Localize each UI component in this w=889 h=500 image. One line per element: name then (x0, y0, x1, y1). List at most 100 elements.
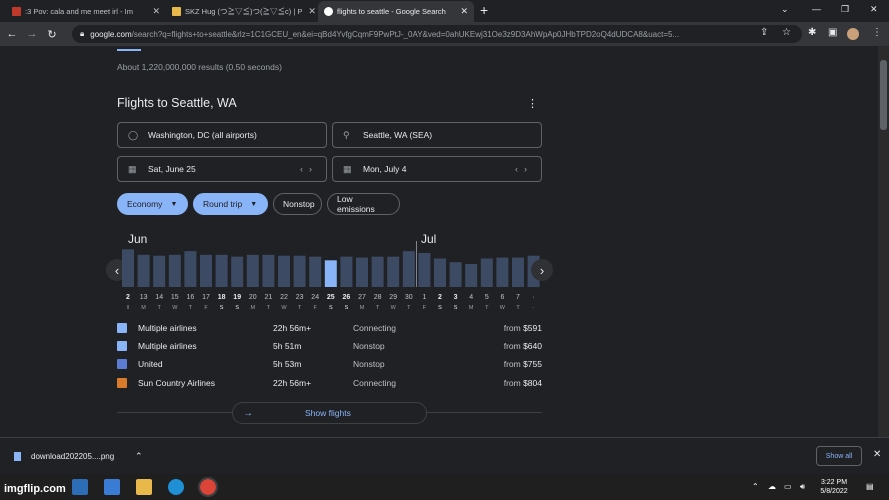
price-bar[interactable] (465, 264, 478, 287)
notification-icon[interactable]: ▤ (866, 482, 874, 491)
extensions-icon[interactable]: ✱ (808, 27, 816, 38)
location-pin-icon: ⚲ (343, 129, 350, 140)
price-bar[interactable] (137, 254, 150, 287)
flights-card-title[interactable]: Flights to Seattle, WA (117, 96, 237, 110)
bookmark-star-icon[interactable]: ☆ (782, 27, 791, 38)
price-bar[interactable] (480, 258, 493, 287)
weekday-tick-label: W (500, 305, 506, 311)
price-bar[interactable] (387, 256, 400, 287)
browser-toolbar: ← → ↻ 🔒︎ google.com/search?q=flights+to+… (0, 22, 889, 46)
weekday-tick-label: F (314, 305, 318, 311)
price-bar[interactable] (168, 254, 181, 287)
app-icon-store[interactable] (104, 479, 120, 495)
app-icon-calendar[interactable] (72, 479, 88, 495)
origin-field[interactable]: ◯ Washington, DC (all airports) (117, 122, 327, 148)
price-bar[interactable] (434, 258, 446, 287)
price-bar[interactable] (324, 260, 337, 287)
price-bar[interactable] (402, 251, 415, 287)
app-icon-chrome[interactable] (198, 477, 218, 497)
new-tab-button[interactable]: + (480, 2, 488, 18)
low-emissions-chip[interactable]: Low emissions (327, 193, 400, 215)
price-prefix: from (503, 341, 524, 351)
tab-skz-hug[interactable]: SKZ Hug (つ≧▽≦)つ(≧▽≦c) | P ✕ (166, 1, 316, 22)
price-bar[interactable] (184, 251, 197, 287)
tab-search-icon[interactable]: ⌄ (781, 4, 789, 15)
flight-option-row[interactable]: Multiple airlines 22h 56m+ Connecting from … (117, 320, 542, 336)
price-bar[interactable] (200, 254, 212, 287)
depart-date-field[interactable]: ▦ Sat, June 25 ‹› (117, 156, 327, 182)
profile-avatar[interactable] (847, 28, 859, 40)
tab-imgflip[interactable]: :3 Pov: cala and me meet irl - Im ✕ (6, 1, 166, 22)
reload-icon[interactable]: ↻ (44, 28, 60, 41)
weekday-tick-label: F (204, 305, 208, 311)
day-tick-label: 25 (327, 294, 335, 301)
close-tab-icon[interactable]: ✕ (454, 6, 468, 17)
volume-icon[interactable]: 🔊︎ (800, 482, 805, 492)
menu-icon[interactable]: ⋮ (872, 27, 882, 38)
download-item[interactable]: download202205....png (14, 452, 114, 461)
system-clock[interactable]: 3:22 PM 5/8/2022 (812, 478, 856, 496)
price-bar[interactable] (215, 254, 228, 287)
price-bar[interactable] (512, 257, 524, 287)
show-flights-button[interactable]: → Show flights (232, 402, 427, 424)
tab-google-search[interactable]: flights to seattle - Google Search ✕ (318, 1, 474, 22)
price-bar[interactable] (246, 254, 259, 287)
price-bar[interactable] (231, 256, 244, 287)
show-all-button[interactable]: Show all (816, 446, 862, 466)
tray-chevron-icon[interactable]: ⌃ (752, 482, 759, 491)
price-bar[interactable] (371, 256, 384, 287)
price-bar[interactable] (496, 257, 509, 287)
nonstop-chip[interactable]: Nonstop (273, 193, 322, 215)
price-bar[interactable] (309, 256, 322, 287)
minimize-icon[interactable]: — (812, 4, 821, 14)
trip-type-chip[interactable]: Round trip ▼ (193, 193, 268, 215)
price-bar[interactable] (122, 249, 134, 287)
close-tab-icon[interactable]: ✕ (302, 6, 316, 17)
clock-date: 5/8/2022 (820, 488, 848, 495)
dropdown-caret-icon: ▼ (250, 200, 258, 208)
price-bar[interactable] (262, 254, 275, 287)
battery-icon[interactable]: ▭ (784, 482, 792, 491)
address-bar[interactable]: 🔒︎ google.com/search?q=flights+to+seattl… (72, 25, 802, 43)
price-bar[interactable] (340, 256, 353, 287)
flight-option-row[interactable]: United 5h 53m Nonstop from $755 (117, 356, 542, 372)
price-bar[interactable] (278, 255, 290, 287)
close-tab-icon[interactable]: ✕ (146, 6, 160, 17)
price-bar[interactable] (293, 255, 306, 287)
flight-option-row[interactable]: Sun Country Airlines 22h 56m+ Connecting fr… (117, 375, 542, 391)
arrow-right-icon: → (243, 407, 253, 419)
low-emissions-chip-label: Low emissions (337, 194, 375, 214)
destination-field[interactable]: ⚲ Seattle, WA (SEA) (332, 122, 542, 148)
flight-price: from $591 (504, 323, 542, 333)
chevron-up-icon[interactable]: ⌃ (135, 451, 143, 462)
chart-next-button[interactable]: › (531, 259, 553, 281)
close-window-icon[interactable]: ✕ (870, 4, 878, 15)
class-chip[interactable]: Economy ▼ (117, 193, 188, 215)
close-downloads-icon[interactable]: ✕ (873, 449, 881, 460)
day-tick-label: · (532, 294, 534, 301)
page-content: About 1,220,000,000 results (0.50 second… (0, 46, 878, 437)
price-bar[interactable] (356, 257, 368, 287)
date-arrows-icon[interactable]: ‹› (515, 164, 533, 174)
flight-option-row[interactable]: Multiple airlines 5h 51m Nonstop from $640 (117, 338, 542, 354)
app-icon-file-explorer[interactable] (136, 479, 152, 495)
flight-price: from $755 (504, 359, 542, 369)
price-calendar-chart[interactable]: 2I13M14T15W16T17F18S19S20M21T22W23T24F25… (120, 241, 540, 321)
share-icon[interactable]: ⇪ (760, 27, 768, 38)
restore-icon[interactable]: ❐ (841, 4, 849, 15)
price-bar[interactable] (418, 252, 431, 287)
date-arrows-icon[interactable]: ‹› (300, 164, 318, 174)
app-icon-edge[interactable] (168, 479, 184, 495)
more-options-icon[interactable]: ⋮ (527, 97, 538, 110)
onedrive-icon[interactable]: ☁ (768, 482, 776, 491)
return-date-field[interactable]: ▦ Mon, July 4 ‹› (332, 156, 542, 182)
day-tick-label: 7 (516, 294, 520, 301)
scrollbar-thumb[interactable] (880, 60, 887, 130)
forward-icon[interactable]: → (24, 28, 40, 40)
price-bar[interactable] (449, 262, 462, 287)
price-bar[interactable] (153, 255, 166, 287)
day-tick-label: 18 (218, 294, 226, 301)
flight-price: from $640 (504, 341, 542, 351)
sidebar-icon[interactable]: ▣ (828, 27, 837, 38)
back-icon[interactable]: ← (4, 28, 20, 40)
